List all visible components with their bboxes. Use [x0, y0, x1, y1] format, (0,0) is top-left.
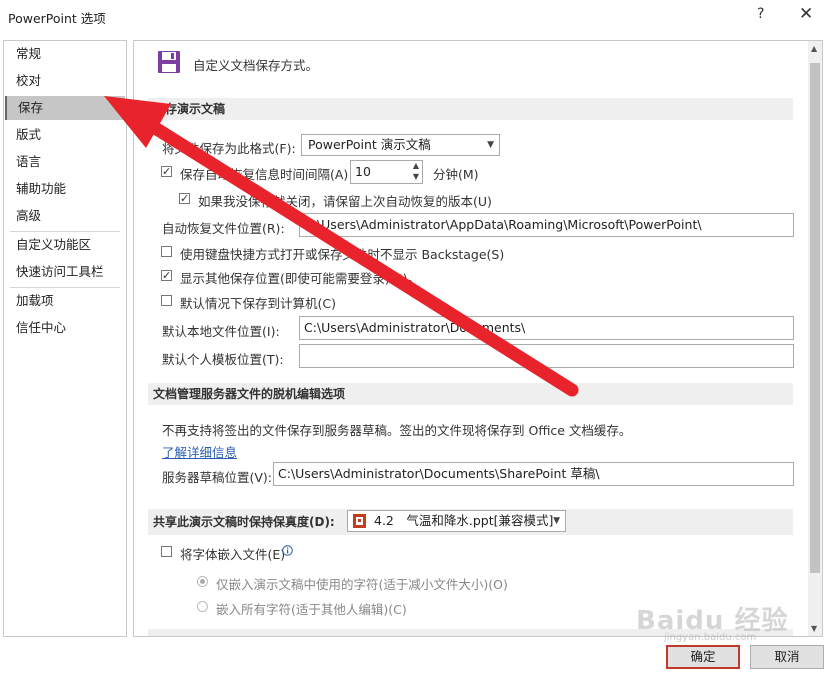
offline-note: 不再支持将签出的文件保存到服务器草稿。签出的文件现将保存到 Office 文档缓… [162, 423, 632, 438]
save-icon [158, 51, 180, 73]
cancel-button[interactable]: 取消 [750, 645, 824, 669]
server-drafts-input[interactable]: C:\Users\Administrator\Documents\SharePo… [273, 462, 794, 486]
autorecover-location-input[interactable]: C:\Users\Administrator\AppData\Roaming\M… [299, 213, 794, 237]
sidebar-item-quick-access-toolbar[interactable]: 快速访问工具栏 [5, 260, 125, 284]
embed-used-chars-radio[interactable] [197, 576, 208, 587]
sidebar-item-advanced[interactable]: 高级 [5, 204, 125, 228]
sidebar: 常规 校对 保存 版式 语言 辅助功能 高级 自定义功能区 快速访问工具栏 加载… [3, 40, 127, 637]
embed-fonts-checkbox[interactable] [161, 546, 172, 557]
embed-all-chars-radio[interactable] [197, 601, 208, 612]
save-to-computer-checkbox[interactable] [161, 295, 172, 306]
section-offline-editing: 文档管理服务器文件的脱机编辑选项 [148, 383, 793, 405]
no-backstage-checkbox[interactable] [161, 246, 172, 257]
close-button[interactable]: ✕ [799, 4, 813, 24]
no-backstage-label: 使用键盘快捷方式打开或保存文件时不显示 Backstage(S) [180, 247, 505, 262]
sidebar-item-accessibility[interactable]: 辅助功能 [5, 177, 125, 201]
fidelity-label: 共享此演示文稿时保持保真度(D): [153, 515, 335, 529]
sidebar-divider [10, 231, 120, 232]
fidelity-file-value: 4.2 气温和降水.ppt[兼容模式] [374, 513, 554, 528]
spin-down-icon[interactable]: ▼ [413, 172, 419, 182]
powerpoint-file-icon [353, 514, 366, 528]
minutes-label: 分钟(M) [433, 167, 479, 182]
show-other-locations-checkbox[interactable]: ✓ [161, 270, 172, 281]
embed-used-chars-label: 仅嵌入演示文稿中使用的字符(适于减小文件大小)(O) [216, 577, 508, 592]
scrollbar-thumb[interactable] [810, 63, 820, 573]
save-to-computer-label: 默认情况下保存到计算机(C) [180, 296, 336, 311]
sidebar-item-proofing[interactable]: 校对 [5, 69, 125, 93]
sidebar-item-general[interactable]: 常规 [5, 42, 125, 66]
sidebar-item-layout[interactable]: 版式 [5, 123, 125, 147]
sidebar-item-trust-center[interactable]: 信任中心 [5, 316, 125, 340]
fidelity-file-dropdown[interactable]: 4.2 气温和降水.ppt[兼容模式] ▼ [347, 510, 566, 532]
keep-last-autosave-label: 如果我没保存就关闭，请保留上次自动恢复的版本(U) [198, 194, 492, 209]
save-format-dropdown[interactable]: PowerPoint 演示文稿 ▼ [301, 134, 500, 156]
embed-all-chars-label: 嵌入所有字符(适于其他人编辑)(C) [216, 602, 407, 617]
page-header: 自定义文档保存方式。 [193, 58, 319, 73]
title-bar: PowerPoint 选项 ? ✕ [0, 0, 831, 32]
autorecover-checkbox[interactable]: ✓ [161, 166, 172, 177]
server-drafts-label: 服务器草稿位置(V): [162, 470, 273, 485]
vertical-scrollbar[interactable]: ▲ ▼ [808, 41, 822, 636]
autorecover-location-label: 自动恢复文件位置(R): [162, 221, 285, 236]
window-title: PowerPoint 选项 [8, 11, 106, 26]
section-save-presentation: 保存演示文稿 [148, 98, 793, 120]
info-icon[interactable] [282, 545, 293, 556]
scroll-up-icon[interactable]: ▲ [811, 44, 817, 53]
learn-more-link[interactable]: 了解详细信息 [162, 442, 237, 461]
save-format-value: PowerPoint 演示文稿 [308, 137, 431, 152]
sidebar-divider [10, 287, 120, 288]
keep-last-autosave-checkbox[interactable]: ✓ [179, 193, 190, 204]
ok-button[interactable]: 确定 [666, 645, 740, 669]
autorecover-minutes-input[interactable]: 10 ▲ ▼ [350, 160, 423, 184]
personal-templates-input[interactable] [299, 344, 794, 368]
save-format-label: 将文件保存为此格式(F): [162, 141, 296, 156]
personal-templates-label: 默认个人模板位置(T): [162, 352, 284, 367]
sidebar-item-customize-ribbon[interactable]: 自定义功能区 [5, 233, 125, 257]
autorecover-label: 保存自动恢复信息时间间隔(A) [180, 167, 349, 182]
default-local-location-label: 默认本地文件位置(I): [162, 324, 280, 339]
default-local-location-input[interactable]: C:\Users\Administrator\Documents\ [299, 316, 794, 340]
chevron-down-icon: ▼ [487, 140, 494, 150]
sidebar-item-language[interactable]: 语言 [5, 150, 125, 174]
show-other-locations-label: 显示其他保存位置(即使可能需要登录)(S)。 [180, 271, 420, 286]
embed-fonts-label: 将字体嵌入文件(E) [180, 547, 286, 562]
chevron-down-icon: ▼ [553, 516, 560, 526]
sidebar-item-save[interactable]: 保存 [5, 96, 125, 120]
scroll-down-icon[interactable]: ▼ [811, 624, 817, 633]
spin-up-icon[interactable]: ▲ [413, 161, 419, 171]
help-button[interactable]: ? [757, 6, 764, 22]
watermark-url: jingyan.baidu.com [664, 632, 757, 643]
sidebar-item-add-ins[interactable]: 加载项 [5, 289, 125, 313]
